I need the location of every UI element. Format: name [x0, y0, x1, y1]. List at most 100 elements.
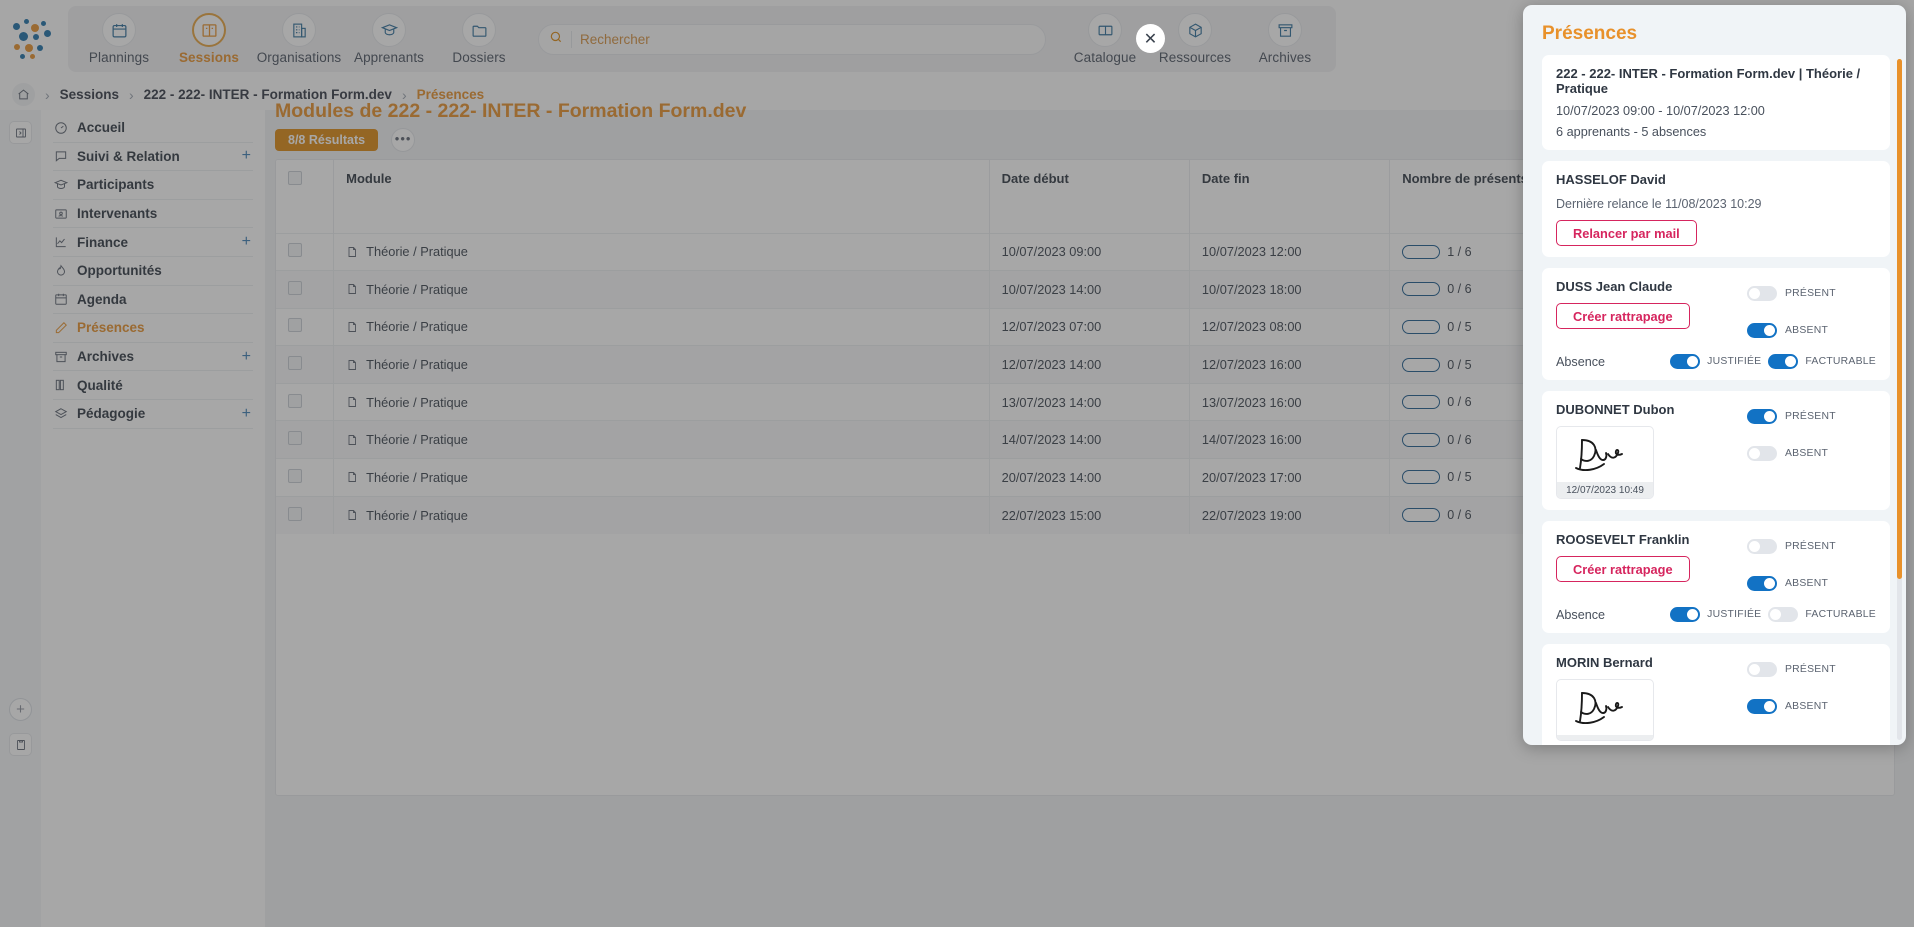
cell-date-debut: 22/07/2023 15:00 — [989, 496, 1189, 534]
module-name: Théorie / Pratique — [366, 357, 468, 372]
row-checkbox[interactable] — [288, 431, 302, 445]
present-toggle[interactable] — [1747, 409, 1777, 424]
close-icon[interactable]: ✕ — [1136, 24, 1165, 53]
nav-label: Archives — [1259, 50, 1312, 65]
signature-image — [1557, 680, 1653, 735]
notes-icon[interactable] — [9, 733, 32, 756]
nav-item-plannings[interactable]: Plannings — [74, 7, 164, 71]
sidebar-item-intervenants[interactable]: Intervenants — [53, 200, 253, 229]
facturable-toggle[interactable] — [1768, 607, 1798, 622]
nav-item-sessions[interactable]: Sessions — [164, 7, 254, 71]
facturable-toggle[interactable] — [1768, 354, 1798, 369]
absent-toggle[interactable] — [1747, 576, 1777, 591]
relancer-par-mail-button[interactable]: Relancer par mail — [1556, 220, 1697, 246]
presence-count: 1 / 6 — [1447, 245, 1471, 259]
column-header-date-fin[interactable]: Date fin — [1189, 160, 1389, 233]
search-input[interactable]: Rechercher — [538, 24, 1046, 55]
justifiee-toggle[interactable] — [1670, 354, 1700, 369]
present-toggle[interactable] — [1747, 286, 1777, 301]
sidebar-item-archives[interactable]: Archives + — [53, 343, 253, 372]
presence-count: 0 / 6 — [1447, 395, 1471, 409]
chat-bubble-icon — [53, 149, 68, 164]
home-icon[interactable] — [12, 83, 35, 106]
nav-label: Plannings — [89, 50, 149, 65]
justifiee-toggle[interactable] — [1670, 607, 1700, 622]
sidebar-item-presences[interactable]: Présences — [53, 314, 253, 343]
row-checkbox[interactable] — [288, 469, 302, 483]
sidebar-item-participants[interactable]: Participants — [53, 171, 253, 200]
presence-count: 0 / 6 — [1447, 433, 1471, 447]
absent-label: ABSENT — [1785, 448, 1828, 459]
presence-count: 0 / 5 — [1447, 470, 1471, 484]
sidebar-item-label: Suivi & Relation — [77, 149, 180, 164]
cell-date-debut: 12/07/2023 07:00 — [989, 308, 1189, 346]
creer-rattrapage-button[interactable]: Créer rattrapage — [1556, 556, 1690, 582]
cell-module: Théorie / Pratique — [334, 271, 989, 309]
present-toggle[interactable] — [1747, 662, 1777, 677]
row-select-cell — [276, 233, 334, 271]
row-checkbox[interactable] — [288, 318, 302, 332]
absent-toggle[interactable] — [1747, 446, 1777, 461]
cell-module: Théorie / Pratique — [334, 383, 989, 421]
absent-toggle[interactable] — [1747, 323, 1777, 338]
layers-icon — [53, 406, 68, 421]
sidebar-item-opportunites[interactable]: Opportunités — [53, 257, 253, 286]
results-badge[interactable]: 8/8 Résultats — [275, 129, 378, 151]
attendee-card: HASSELOF DavidDernière relance le 11/08/… — [1542, 161, 1890, 257]
module-name: Théorie / Pratique — [366, 244, 468, 259]
nav-item-organisations[interactable]: Organisations — [254, 7, 344, 71]
search-icon — [549, 30, 563, 49]
add-button[interactable]: + — [9, 698, 32, 721]
module-name: Théorie / Pratique — [366, 470, 468, 485]
nav-item-dossiers[interactable]: Dossiers — [434, 7, 524, 71]
row-checkbox[interactable] — [288, 507, 302, 521]
sidebar-item-qualite[interactable]: Qualité — [53, 371, 253, 400]
expand-icon[interactable]: + — [242, 348, 251, 366]
breadcrumb-item-sessions[interactable]: Sessions — [60, 87, 119, 102]
module-icon — [346, 245, 359, 258]
nav-label: Sessions — [179, 50, 239, 65]
cell-date-fin: 12/07/2023 08:00 — [1189, 308, 1389, 346]
pencil-signature-icon — [53, 320, 68, 335]
sidebar-item-pedagogie[interactable]: Pédagogie + — [53, 400, 253, 429]
breadcrumb-chevron: › — [45, 87, 50, 103]
absent-label: ABSENT — [1785, 701, 1828, 712]
calendar-icon — [102, 13, 136, 47]
panel-scrollbar-track[interactable] — [1897, 59, 1902, 740]
present-toggle[interactable] — [1747, 539, 1777, 554]
page-title: Modules de 222 - 222- INTER - Formation … — [275, 100, 746, 123]
sidebar-item-accueil[interactable]: Accueil — [53, 114, 253, 143]
row-checkbox[interactable] — [288, 243, 302, 257]
sidebar-item-agenda[interactable]: Agenda — [53, 286, 253, 315]
row-checkbox[interactable] — [288, 356, 302, 370]
attendee-name: ROOSEVELT Franklin — [1556, 532, 1747, 547]
row-checkbox[interactable] — [288, 394, 302, 408]
present-toggle-row: PRÉSENT — [1747, 534, 1876, 559]
sidebar-item-finance[interactable]: Finance + — [53, 228, 253, 257]
attendee-card: DUBONNET Dubon12/07/2023 10:49PRÉSENTABS… — [1542, 391, 1890, 510]
app-logo[interactable] — [0, 0, 68, 79]
column-header-date-debut[interactable]: Date début — [989, 160, 1189, 233]
calendar-icon — [53, 292, 68, 307]
panel-body[interactable]: 222 - 222- INTER - Formation Form.dev | … — [1523, 55, 1906, 745]
presence-gauge — [1402, 320, 1440, 334]
creer-rattrapage-button[interactable]: Créer rattrapage — [1556, 303, 1690, 329]
expand-icon[interactable]: + — [242, 233, 251, 251]
collapse-sidebar-icon[interactable] — [9, 121, 32, 144]
nav-item-archives[interactable]: Archives — [1240, 7, 1330, 71]
row-checkbox[interactable] — [288, 281, 302, 295]
nav-item-apprenants[interactable]: Apprenants — [344, 7, 434, 71]
expand-icon[interactable]: + — [242, 405, 251, 423]
more-options-button[interactable]: ••• — [391, 128, 415, 152]
session-name: 222 - 222- INTER - Formation Form.dev | … — [1556, 66, 1876, 96]
expand-icon[interactable]: + — [242, 147, 251, 165]
absent-toggle[interactable] — [1747, 699, 1777, 714]
panel-scrollbar-thumb[interactable] — [1897, 59, 1902, 579]
attendee-card: ROOSEVELT Franklin Créer rattrapage PRÉSEN… — [1542, 521, 1890, 633]
column-header-module[interactable]: Module — [334, 160, 989, 233]
signature-box — [1556, 679, 1654, 741]
left-rail: + — [0, 110, 41, 927]
sidebar-item-suivi-relation[interactable]: Suivi & Relation + — [53, 143, 253, 172]
book-open-icon — [192, 13, 226, 47]
select-all-checkbox[interactable] — [288, 171, 302, 185]
